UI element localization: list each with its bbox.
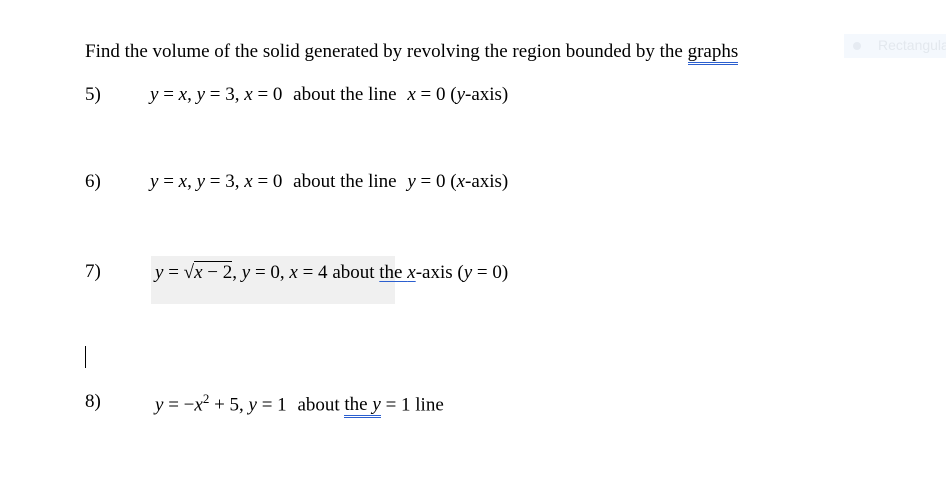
- about-text: about: [332, 262, 375, 283]
- chip-label: Rectangula: [878, 37, 946, 53]
- axis-text: -axis): [465, 171, 509, 192]
- var: x: [178, 84, 188, 105]
- op: = 0 (: [415, 84, 457, 105]
- grammar-flag-the[interactable]: the x: [379, 262, 415, 283]
- problem-number: 7): [85, 261, 101, 282]
- op: =: [158, 171, 179, 192]
- problem-8-equation: y = −x2 + 5, y = 1 about the y = 1 line: [155, 391, 444, 419]
- comment-chip[interactable]: Rectangula: [844, 34, 946, 58]
- text-cursor: [85, 346, 86, 368]
- about-text: about the line: [293, 84, 397, 105]
- var: y: [241, 262, 251, 283]
- sep: ,: [232, 262, 242, 283]
- op: = 3,: [205, 84, 245, 105]
- op: = −: [163, 394, 195, 416]
- op: = 0: [252, 171, 283, 192]
- grammar-flag-the[interactable]: the y: [344, 394, 381, 419]
- var: x: [244, 171, 253, 192]
- the-text: the: [379, 262, 403, 283]
- var: y: [196, 171, 206, 192]
- var: y: [407, 171, 416, 192]
- line-text: = 1 line: [380, 394, 444, 416]
- op: + 5,: [209, 394, 249, 416]
- op: = 0: [252, 84, 283, 105]
- axis-text: -axis): [465, 84, 509, 105]
- sep: ,: [187, 171, 197, 192]
- op: = 3,: [205, 171, 245, 192]
- var: x: [289, 262, 298, 283]
- about-text: about the line: [293, 171, 397, 192]
- spellcheck-word-graphs[interactable]: graphs: [687, 41, 739, 65]
- var: x: [407, 84, 416, 105]
- op: = 0,: [250, 262, 290, 283]
- problem-number: 8): [85, 391, 101, 412]
- instruction-heading: Find the volume of the solid generated b…: [85, 41, 739, 65]
- var: x: [244, 84, 253, 105]
- op: = √: [163, 262, 195, 283]
- op: − 2: [202, 262, 233, 283]
- heading-text: Find the volume of the solid generated b…: [85, 41, 683, 62]
- problem-number: 6): [85, 171, 101, 192]
- sep: ,: [187, 84, 197, 105]
- bullet-dot-icon: [853, 42, 861, 50]
- var: y: [456, 84, 465, 105]
- op: = 4: [297, 262, 328, 283]
- about-text: about: [297, 394, 340, 416]
- var: x: [194, 262, 203, 283]
- problem-7-equation: y = √x − 2, y = 0, x = 4 about the x-axi…: [155, 261, 508, 284]
- problem-5-equation: y = x, y = 3, x = 0 about the line x = 0…: [150, 84, 508, 106]
- var: x: [178, 171, 188, 192]
- the-text: the: [344, 394, 368, 416]
- var: y: [248, 394, 257, 416]
- op: =: [158, 84, 179, 105]
- axis-text: -axis (: [415, 262, 464, 283]
- problem-number: 5): [85, 84, 101, 105]
- var: x: [194, 394, 203, 416]
- var: x: [456, 171, 465, 192]
- var: x: [407, 262, 416, 283]
- var: y: [463, 262, 473, 283]
- problem-6-equation: y = x, y = 3, x = 0 about the line y = 0…: [150, 171, 508, 193]
- op: = 1: [256, 394, 287, 416]
- op: = 0 (: [415, 171, 457, 192]
- op: = 0): [472, 262, 509, 283]
- var: y: [372, 394, 381, 416]
- sqrt-radicand: x − 2: [194, 261, 233, 283]
- var: y: [196, 84, 206, 105]
